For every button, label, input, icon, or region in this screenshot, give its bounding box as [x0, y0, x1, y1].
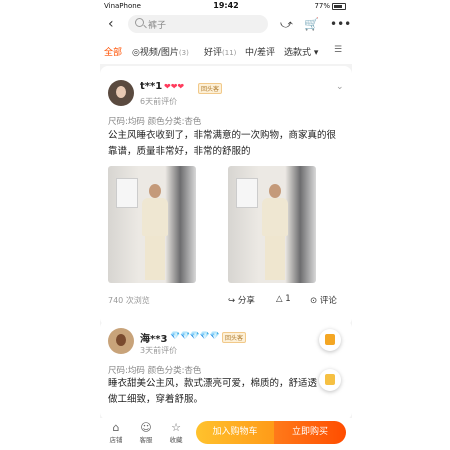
review-photo[interactable]: [228, 166, 316, 283]
product-spec: 尺码:均码 颜色分类:杏色: [108, 117, 202, 127]
buy-now-button[interactable]: 立即购买: [274, 421, 346, 444]
comment-icon: ⊙: [310, 296, 318, 306]
share-icon[interactable]: ⤻: [280, 17, 293, 32]
avatar[interactable]: [108, 80, 134, 106]
reviewer-name: 海**3: [140, 334, 168, 345]
search-icon: [135, 18, 144, 27]
comment-label: 评论: [319, 296, 337, 306]
tab-style-filter[interactable]: 选款式 ▾: [284, 45, 318, 58]
star-icon: ☆: [171, 421, 181, 434]
search-header: ‹ 裤子 ⤻ 🛒 •••: [100, 12, 352, 38]
tab-good-count: (11): [222, 49, 237, 57]
chevron-down-icon[interactable]: ⌄: [336, 82, 344, 92]
tab-media-label: ◎视频/图片: [132, 48, 179, 58]
like-button[interactable]: △ 1: [276, 294, 291, 304]
product-spec: 尺码:均码 颜色分类:杏色: [108, 366, 202, 376]
filter-icon[interactable]: ☰: [334, 45, 342, 55]
tab-media[interactable]: ◎视频/图片(3): [132, 45, 189, 58]
share-button[interactable]: ↪ 分享: [228, 294, 255, 306]
tab-good[interactable]: 好评(11): [204, 45, 236, 58]
review-text-line: 做工细致，穿着舒服。: [108, 394, 204, 405]
review-text-line: 公主风睡衣收到了，非常满意的一次购物，商家真的很: [108, 130, 337, 141]
comment-button[interactable]: ⊙ 评论: [310, 294, 337, 306]
bottom-action-bar: ⌂ 店铺 ☺ 客服 ☆ 收藏 加入购物车 立即购买: [100, 418, 352, 450]
tab-good-label: 好评: [204, 48, 223, 58]
review-text: 公主风睡衣收到了，非常满意的一次购物，商家真的很 靠谱，质量非常好，非常的舒服的: [108, 128, 336, 160]
tab-all-label: 全部: [104, 48, 123, 58]
shop-label: 店铺: [109, 436, 123, 444]
favorite-label: 收藏: [169, 436, 183, 444]
coupon-float-button[interactable]: [319, 329, 341, 351]
battery-indicator: 77%: [314, 2, 346, 10]
tab-all[interactable]: 全部: [104, 45, 122, 58]
heart-rating-icon: ❤❤❤: [164, 82, 185, 91]
back-icon[interactable]: ‹: [108, 16, 114, 32]
tab-neutral-label: 中/差评: [245, 48, 276, 58]
add-to-cart-button[interactable]: 加入购物车: [196, 421, 274, 444]
review-card: 海**3 💎💎💎💎💎 回头客 3天前评价 尺码:均码 颜色分类:杏色 睡衣甜美公…: [100, 320, 352, 420]
avatar[interactable]: [108, 328, 134, 354]
shop-icon: ⌂: [112, 421, 120, 434]
review-time: 6天前评价: [140, 97, 178, 106]
reviewer-name: t**1: [140, 81, 163, 92]
review-text-line: 睡衣甜美公主风，款式漂亮可爱，棉质的，舒适透: [108, 378, 318, 389]
review-filter-tabs: 全部 ◎视频/图片(3) 好评(11) 中/差评 选款式 ▾ ☰: [100, 38, 352, 64]
battery-percent: 77%: [314, 2, 330, 10]
message-float-button[interactable]: [319, 369, 341, 391]
diamond-rating-icon: 💎💎💎💎💎: [170, 331, 220, 340]
service-button[interactable]: ☺ 客服: [132, 421, 160, 444]
status-bar: VinaPhone 19:42 77%: [100, 0, 352, 12]
search-query: 裤子: [148, 21, 167, 31]
returning-customer-badge: 回头客: [222, 332, 247, 343]
tab-media-count: (3): [178, 49, 189, 57]
like-icon: △: [276, 294, 283, 304]
service-icon: ☺: [140, 421, 152, 434]
favorite-button[interactable]: ☆ 收藏: [162, 421, 190, 444]
review-text: 睡衣甜美公主风，款式漂亮可爱，棉质的，舒适透 做工细致，穿着舒服。: [108, 376, 317, 408]
share-icon: ↪: [228, 296, 236, 306]
review-photo[interactable]: [108, 166, 196, 283]
tab-neutral-bad[interactable]: 中/差评: [245, 45, 275, 58]
like-count: 1: [285, 294, 291, 304]
review-text-line: 靠谱，质量非常好，非常的舒服的: [108, 146, 251, 157]
battery-icon: [332, 2, 346, 10]
search-input[interactable]: 裤子: [128, 15, 268, 33]
returning-customer-badge: 回头客: [198, 83, 223, 94]
tab-style-label: 选款式 ▾: [284, 48, 319, 58]
phone-screen: VinaPhone 19:42 77% ‹ 裤子 ⤻ 🛒 ••• 全部 ◎视频/…: [100, 0, 352, 450]
review-time: 3天前评价: [140, 346, 178, 355]
review-card: t**1 ❤❤❤ 回头客 6天前评价 ⌄ 尺码:均码 颜色分类:杏色 公主风睡衣…: [100, 66, 352, 326]
share-label: 分享: [237, 296, 255, 306]
cart-icon[interactable]: 🛒: [304, 17, 319, 31]
view-count: 740 次浏览: [108, 296, 150, 305]
service-label: 客服: [139, 436, 153, 444]
more-menu-icon[interactable]: •••: [330, 17, 351, 31]
shop-button[interactable]: ⌂ 店铺: [102, 421, 130, 444]
